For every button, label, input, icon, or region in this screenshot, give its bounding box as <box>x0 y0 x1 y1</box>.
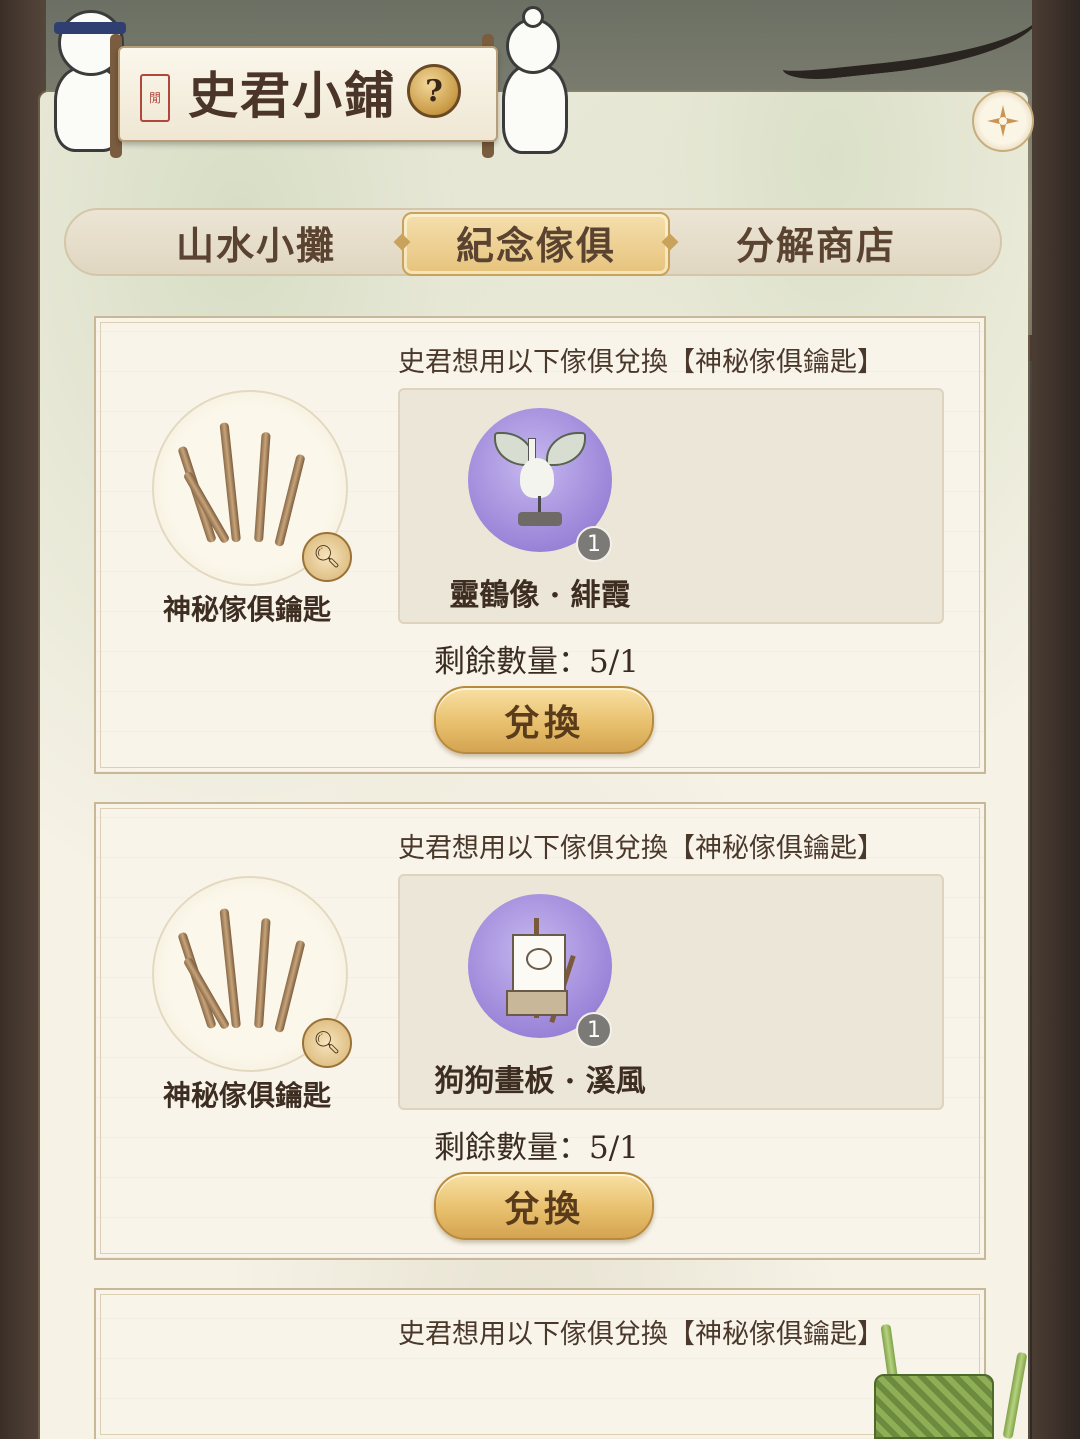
tab-decompose-shop[interactable]: 分解商店 <box>686 210 946 274</box>
exchange-card-3: 史君想用以下傢俱兌換【神秘傢俱鑰匙】 <box>94 1288 986 1439</box>
help-button[interactable]: ? <box>407 64 461 118</box>
exchange-button[interactable]: 兌換 <box>434 686 654 754</box>
tab-labels: 山水小攤 紀念傢俱 分解商店 <box>64 208 1002 276</box>
mystery-key-icon <box>177 422 308 552</box>
required-item-name: 靈鶴像 · 緋霞 <box>449 578 631 613</box>
bamboo-basket-decoration <box>874 1374 994 1439</box>
magnify-button[interactable]: 🔍︎ <box>302 1018 352 1068</box>
mascot-headband <box>54 22 126 34</box>
reward-name: 神秘傢俱鑰匙 <box>162 1079 331 1112</box>
mascot-right-body <box>502 64 568 154</box>
reward-name: 神秘傢俱鑰匙 <box>162 593 331 626</box>
item-count-badge: 1 <box>576 526 612 562</box>
exchange-button[interactable]: 兌換 <box>434 1172 654 1240</box>
exchange-description: 史君想用以下傢俱兌換【神秘傢俱鑰匙】 <box>398 347 884 378</box>
question-icon: ? <box>425 73 443 109</box>
tab-landscape-stall[interactable]: 山水小攤 <box>126 210 386 274</box>
background-frame-right <box>1032 0 1080 1439</box>
tab-memorial-furniture[interactable]: 紀念傢俱 <box>406 210 666 274</box>
magnifier-icon: 🔍︎ <box>313 544 341 570</box>
seal-stamp: 閒 <box>140 74 170 122</box>
mascot-right-bun <box>522 6 544 28</box>
required-items-box: 1 靈鶴像 · 緋霞 <box>398 388 944 624</box>
magnify-button[interactable]: 🔍︎ <box>302 532 352 582</box>
close-button[interactable] <box>972 90 1034 152</box>
mystery-key-icon <box>177 908 308 1038</box>
exchange-card-1: 史君想用以下傢俱兌換【神秘傢俱鑰匙】 🔍︎ 神秘傢俱鑰匙 1 靈鶴像 · 緋霞 … <box>94 316 986 774</box>
shop-title: 史君小鋪 <box>188 66 396 125</box>
remaining-quantity: 剩餘數量：5/1 <box>434 1130 639 1166</box>
magnifier-icon: 🔍︎ <box>313 1030 341 1056</box>
compass-close-icon <box>987 105 1019 137</box>
exchange-card-2: 史君想用以下傢俱兌換【神秘傢俱鑰匙】 🔍︎ 神秘傢俱鑰匙 1 狗狗畫板 · 溪風… <box>94 802 986 1260</box>
exchange-description: 史君想用以下傢俱兌換【神秘傢俱鑰匙】 <box>398 1319 884 1350</box>
required-items-box: 1 狗狗畫板 · 溪風 <box>398 874 944 1110</box>
remaining-quantity: 剩餘數量：5/1 <box>434 644 639 680</box>
item-count-badge: 1 <box>576 1012 612 1048</box>
exchange-description: 史君想用以下傢俱兌換【神秘傢俱鑰匙】 <box>398 833 884 864</box>
required-item-name: 狗狗畫板 · 溪風 <box>434 1064 646 1099</box>
